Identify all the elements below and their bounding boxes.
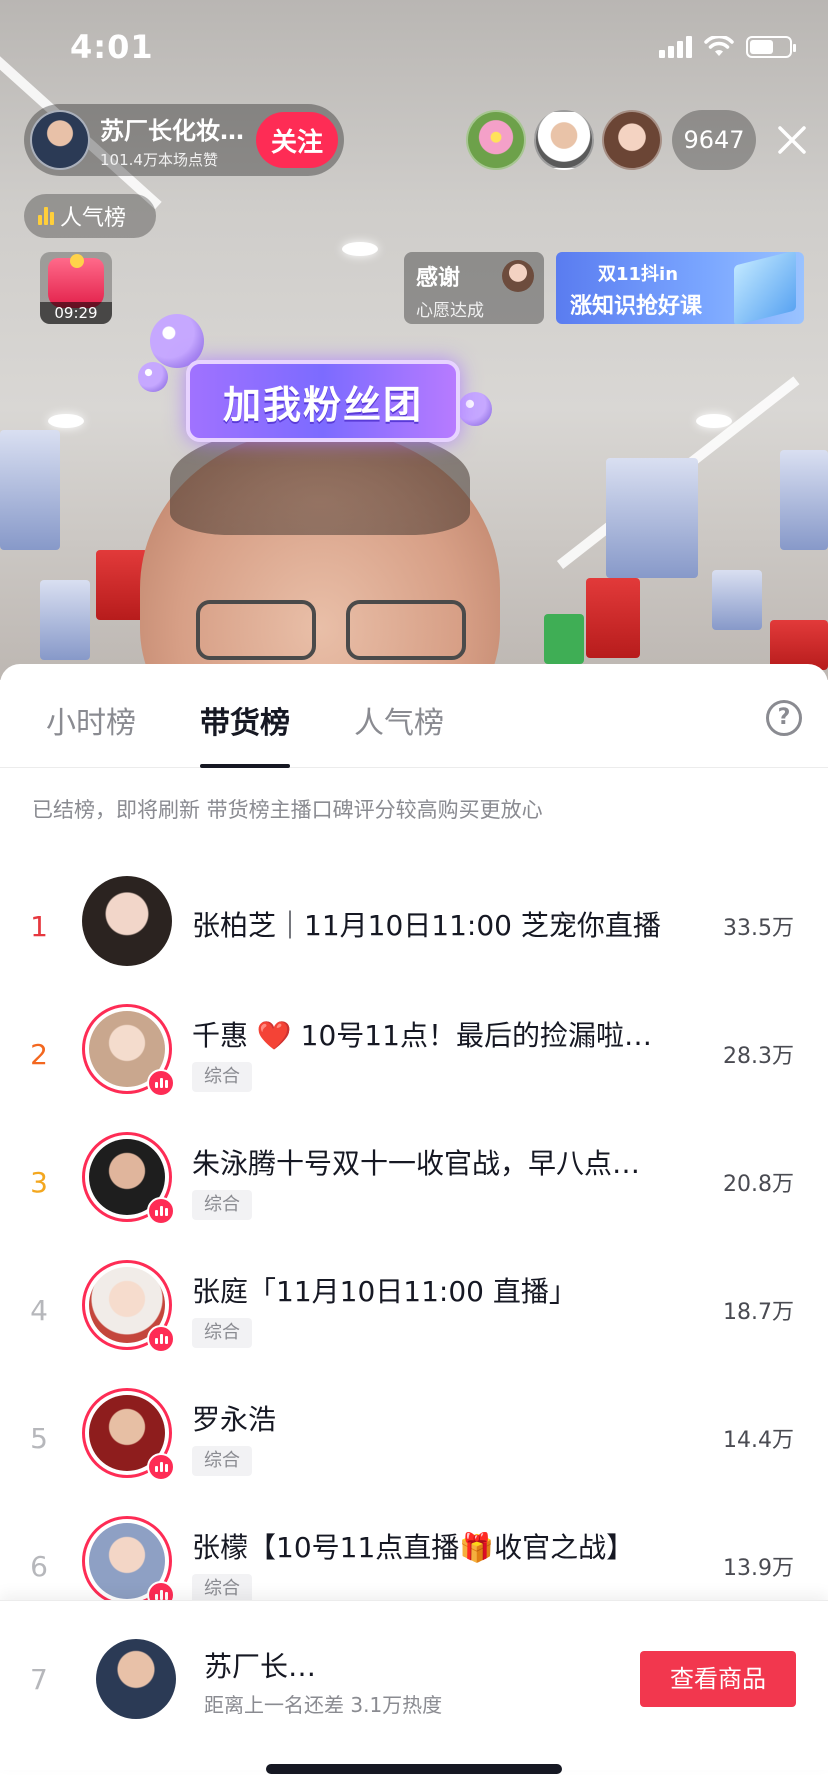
rank-name: 朱泳腾十号双十一收官战，早八点… (192, 1147, 641, 1180)
viewer-avatar[interactable] (602, 110, 662, 170)
close-icon[interactable] (776, 124, 808, 156)
ranking-row[interactable]: 2 千惠 ❤️ 10号11点！最后的捡漏啦… 综合 28.3万 (0, 992, 828, 1120)
rank-name: 张檬【10号11点直播🎁收官之战】 (192, 1531, 635, 1564)
ceiling-light (696, 414, 732, 428)
rank-score: 20.8万 (723, 1172, 794, 1197)
popularity-ranking-pill[interactable]: 人气榜 (24, 194, 156, 238)
tab-hourly[interactable]: 小时榜 (46, 698, 136, 742)
ceiling-light (342, 242, 378, 256)
rank-number: 3 (30, 1166, 48, 1199)
rank-score: 14.4万 (723, 1428, 794, 1453)
promo-banner[interactable]: 双11抖in 涨知识抢好课 (556, 252, 804, 324)
store-banner (606, 458, 698, 578)
thanks-avatar (502, 260, 534, 292)
ceiling-light (48, 414, 84, 428)
ranking-row[interactable]: 4 张庭「11月10日11:00 直播」 综合 18.7万 (0, 1248, 828, 1376)
gift-timer: 09:29 (40, 302, 112, 324)
bar-chart-icon (38, 207, 54, 225)
ranking-row[interactable]: 1 张柏芝｜11月10日11:00 芝宠你直播 33.5万 (0, 864, 828, 992)
thanks-card[interactable]: 感谢 心愿达成 (404, 252, 544, 324)
rank-tag: 综合 (192, 1062, 252, 1092)
help-icon[interactable]: ? (766, 700, 802, 736)
ranking-row[interactable]: 3 朱泳腾十号双十一收官战，早八点… 综合 20.8万 (0, 1120, 828, 1248)
view-products-button[interactable]: 查看商品 (640, 1651, 796, 1707)
rank-avatar[interactable] (82, 1260, 175, 1353)
rank-score: 33.5万 (723, 916, 794, 941)
wifi-icon (704, 36, 734, 56)
popularity-label: 人气榜 (60, 206, 127, 231)
rank-avatar[interactable] (82, 1388, 175, 1481)
tab-popularity[interactable]: 人气榜 (354, 698, 444, 742)
rank-avatar[interactable] (82, 1004, 175, 1097)
rank-name: 张庭「11月10日11:00 直播」 (192, 1275, 577, 1308)
store-banner (712, 570, 762, 630)
rank-number: 2 (30, 1038, 48, 1071)
rank-name: 张柏芝｜11月10日11:00 芝宠你直播 (192, 909, 661, 942)
thanks-subtitle: 心愿达成 (416, 301, 484, 321)
live-icon (147, 1325, 175, 1353)
self-avatar[interactable] (96, 1639, 176, 1719)
host-card[interactable]: 苏厂长化妆… 101.4万本场点赞 关注 (24, 104, 344, 176)
self-name: 苏厂长… (204, 1650, 317, 1683)
glasses-left-lens (196, 600, 316, 660)
rank-score: 18.7万 (723, 1300, 794, 1325)
live-video-background (0, 0, 828, 680)
viewer-avatar[interactable] (466, 110, 526, 170)
ranking-row[interactable]: 5 罗永浩 综合 14.4万 (0, 1376, 828, 1504)
rank-avatar[interactable] (82, 876, 172, 966)
self-ranking-row: 7 苏厂长… 距离上一名还差 3.1万热度 查看商品 (0, 1600, 828, 1770)
rank-name: 罗永浩 (192, 1403, 277, 1436)
live-icon (147, 1069, 175, 1097)
rank-name: 千惠 ❤️ 10号11点！最后的捡漏啦… (192, 1019, 652, 1052)
glasses-right-lens (346, 600, 466, 660)
host-avatar[interactable] (30, 110, 90, 170)
self-rank-number: 7 (30, 1663, 48, 1696)
rank-number: 4 (30, 1294, 48, 1327)
active-tab-indicator (200, 764, 290, 768)
host-likes: 101.4万本场点赞 (100, 150, 218, 169)
store-banner (0, 430, 60, 550)
rank-tag: 综合 (192, 1190, 252, 1220)
status-icons (659, 36, 796, 58)
viewer-avatar[interactable] (534, 110, 594, 170)
status-time: 4:01 (70, 28, 154, 66)
fan-club-sticker[interactable]: 加我粉丝团 (186, 360, 460, 442)
fan-club-label: 加我粉丝团 (222, 382, 423, 427)
store-banner (586, 578, 640, 658)
heart-icon: ❤️ (256, 1019, 292, 1052)
self-gap-text: 距离上一名还差 3.1万热度 (204, 1693, 443, 1717)
gift-bag-icon (48, 254, 104, 308)
disco-ball-icon (138, 362, 168, 392)
rank-avatar[interactable] (82, 1132, 175, 1225)
rank-number: 1 (30, 910, 48, 943)
host-info: 苏厂长化妆… 101.4万本场点赞 (100, 111, 250, 170)
rank-tag: 综合 (192, 1318, 252, 1348)
store-banner (544, 614, 584, 664)
follow-button[interactable]: 关注 (256, 112, 338, 168)
ranking-notice: 已结榜，即将刷新 带货榜主播口碑评分较高购买更放心 (32, 798, 543, 822)
rank-score: 28.3万 (723, 1044, 794, 1069)
viewer-count[interactable]: 9647 (672, 110, 756, 170)
tab-sales[interactable]: 带货榜 (200, 698, 290, 742)
store-banner (770, 620, 828, 670)
ranking-list: 1 张柏芝｜11月10日11:00 芝宠你直播 33.5万 2 千惠 ❤️ 10… (0, 864, 828, 1632)
signal-icon (659, 36, 692, 58)
ranking-tabs: 小时榜 带货榜 人气榜 ? (0, 664, 828, 768)
live-icon (147, 1197, 175, 1225)
battery-icon (746, 36, 796, 58)
store-banner (40, 580, 90, 660)
store-banner (780, 450, 828, 550)
gift-box[interactable]: 09:29 (40, 252, 112, 324)
disco-ball-icon (458, 392, 492, 426)
rank-score: 13.9万 (723, 1556, 794, 1581)
host-name: 苏厂长化妆… (100, 116, 244, 145)
rank-avatar[interactable] (82, 1516, 175, 1609)
home-indicator[interactable] (266, 1764, 562, 1774)
rank-tag: 综合 (192, 1446, 252, 1476)
rank-number: 6 (30, 1550, 48, 1583)
rank-number: 5 (30, 1422, 48, 1455)
live-icon (147, 1453, 175, 1481)
